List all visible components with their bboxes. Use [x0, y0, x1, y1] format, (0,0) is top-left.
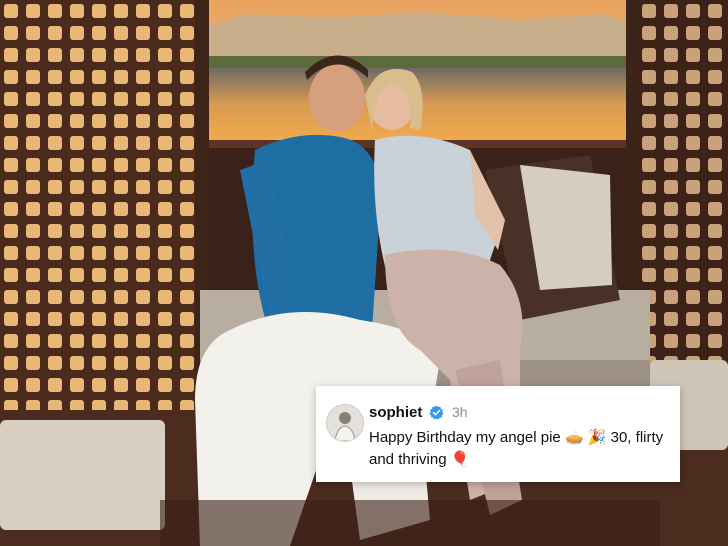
user-avatar[interactable]	[326, 404, 364, 442]
comment-text: Happy Birthday my angel pie 🥧 🎉 30, flir…	[369, 429, 664, 468]
photo-scene: sophiet 3h Happy Birthday my angel pie 🥧…	[0, 0, 728, 546]
verified-badge-icon	[429, 405, 444, 420]
comment-card: sophiet 3h Happy Birthday my angel pie 🥧…	[316, 386, 680, 482]
avatar-image	[327, 405, 363, 441]
comment-timestamp: 3h	[452, 404, 468, 420]
comment-username[interactable]: sophiet	[369, 404, 422, 421]
